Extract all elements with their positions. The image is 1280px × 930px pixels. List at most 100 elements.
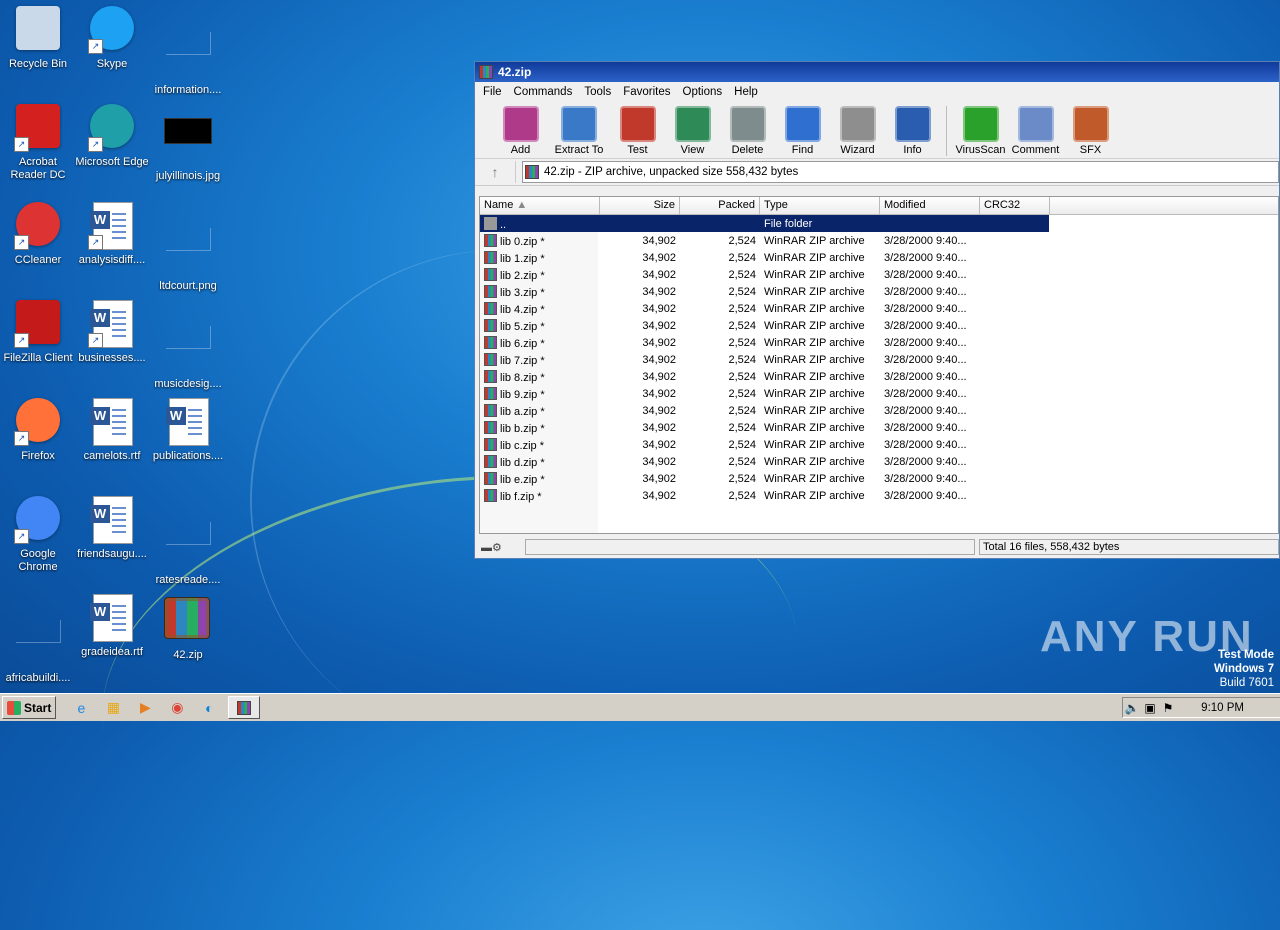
table-row[interactable]: lib d.zip * 34,902 2,524 WinRAR ZIP archive… xyxy=(480,453,1278,470)
desktop-icon[interactable]: information.... xyxy=(150,6,226,97)
toolbar-button-info[interactable]: Info xyxy=(885,102,940,156)
desktop-icon[interactable]: musicdesig.... xyxy=(150,300,226,391)
extract-icon xyxy=(561,106,597,142)
desktop-icon[interactable]: Wgradeidea.rtf xyxy=(74,594,150,659)
desktop-icon[interactable]: ltdcourt.png xyxy=(150,202,226,293)
desktop-icon[interactable]: ↗ Skype xyxy=(74,6,150,71)
toolbar-button-sfx[interactable]: SFX xyxy=(1063,102,1118,156)
winrar-window: 42.zip File Commands Tools Favorites Opt… xyxy=(474,61,1280,559)
toolbar-button-virusscan[interactable]: VirusScan xyxy=(953,102,1008,156)
menu-options[interactable]: Options xyxy=(677,86,729,98)
chrome-icon[interactable]: ◉ xyxy=(166,698,188,718)
word-doc-icon: W xyxy=(88,594,136,642)
table-row[interactable]: lib 2.zip * 34,902 2,524 WinRAR ZIP archive… xyxy=(480,266,1278,283)
desktop-icon[interactable]: Recycle Bin xyxy=(0,6,76,71)
table-row[interactable]: lib b.zip * 34,902 2,524 WinRAR ZIP archive… xyxy=(480,419,1278,436)
cell-packed: 2,524 xyxy=(728,455,756,468)
column-crc32[interactable]: CRC32 xyxy=(980,197,1050,214)
explorer-icon[interactable]: ▦ xyxy=(102,698,124,718)
cell-type: WinRAR ZIP archive xyxy=(764,319,865,332)
column-packed[interactable]: Packed xyxy=(680,197,760,214)
table-row[interactable]: lib 5.zip * 34,902 2,524 WinRAR ZIP archive… xyxy=(480,317,1278,334)
file-icon xyxy=(164,326,212,374)
cell-modified: 3/28/2000 9:40... xyxy=(884,319,967,332)
table-row[interactable]: lib 4.zip * 34,902 2,524 WinRAR ZIP archive… xyxy=(480,300,1278,317)
table-row[interactable]: lib 3.zip * 34,902 2,524 WinRAR ZIP archive… xyxy=(480,283,1278,300)
taskbar: Start e ▦ ▶ ◉ ◐ 🔈 ▣ ⚑ 9:10 PM xyxy=(0,693,1280,721)
desktop-icon[interactable]: Wpublications.... xyxy=(150,398,226,463)
address-field[interactable]: 42.zip - ZIP archive, unpacked size 558,… xyxy=(522,161,1279,183)
file-list[interactable]: Name ▲ Size Packed Type Modified CRC32 .… xyxy=(479,196,1279,534)
table-row[interactable]: lib e.zip * 34,902 2,524 WinRAR ZIP archive… xyxy=(480,470,1278,487)
table-row[interactable]: lib a.zip * 34,902 2,524 WinRAR ZIP archive… xyxy=(480,402,1278,419)
table-row[interactable]: lib 1.zip * 34,902 2,524 WinRAR ZIP archive… xyxy=(480,249,1278,266)
toolbar-button-view[interactable]: View xyxy=(665,102,720,156)
cell-modified: 3/28/2000 9:40... xyxy=(884,234,967,247)
desktop-icon[interactable]: Wcamelots.rtf xyxy=(74,398,150,463)
column-name[interactable]: Name ▲ xyxy=(480,197,600,214)
drive-icon[interactable]: ▬⚙ xyxy=(475,541,525,554)
table-row[interactable]: lib 9.zip * 34,902 2,524 WinRAR ZIP archive… xyxy=(480,385,1278,402)
desktop-icon[interactable]: julyillinois.jpg xyxy=(150,104,226,183)
table-row[interactable]: lib 6.zip * 34,902 2,524 WinRAR ZIP archive… xyxy=(480,334,1278,351)
desktop-icon[interactable]: W ↗ analysisdiff.... xyxy=(74,202,150,267)
ie-icon[interactable]: e xyxy=(70,698,92,718)
shortcut-arrow-icon: ↗ xyxy=(14,333,29,348)
table-row-parent[interactable]: .. File folder xyxy=(480,215,1049,232)
shortcut-arrow-icon: ↗ xyxy=(88,333,103,348)
edge-icon: ↗ xyxy=(88,104,136,152)
column-modified[interactable]: Modified xyxy=(880,197,980,214)
desktop-icon[interactable]: ↗ CCleaner xyxy=(0,202,76,267)
cell-name: lib 8.zip * xyxy=(480,369,600,384)
desktop-icon[interactable]: 42.zip xyxy=(150,594,226,662)
folder-icon xyxy=(484,216,497,230)
zip-file-icon xyxy=(484,420,497,434)
menu-commands[interactable]: Commands xyxy=(508,86,579,98)
cell-size: 34,902 xyxy=(642,438,676,451)
desktop-icon[interactable]: ↗ Acrobat Reader DC xyxy=(0,104,76,182)
menu-tools[interactable]: Tools xyxy=(578,86,617,98)
column-size[interactable]: Size xyxy=(600,197,680,214)
start-button[interactable]: Start xyxy=(2,696,57,719)
column-type[interactable]: Type xyxy=(760,197,880,214)
volume-icon[interactable]: 🔈 xyxy=(1123,701,1141,715)
toolbar-button-test[interactable]: Test xyxy=(610,102,665,156)
table-row[interactable]: lib 0.zip * 34,902 2,524 WinRAR ZIP archive… xyxy=(480,232,1278,249)
zip-file-icon xyxy=(484,284,497,298)
toolbar-button-delete[interactable]: Delete xyxy=(720,102,775,156)
winrar-taskbar-button[interactable] xyxy=(228,696,261,719)
archive-icon xyxy=(525,165,539,179)
toolbar-button-wizard[interactable]: Wizard xyxy=(830,102,885,156)
toolbar-button-find[interactable]: Find xyxy=(775,102,830,156)
menu-favorites[interactable]: Favorites xyxy=(617,86,676,98)
desktop-icon[interactable]: ↗ Firefox xyxy=(0,398,76,463)
shortcut-arrow-icon: ↗ xyxy=(88,39,103,54)
title-bar[interactable]: 42.zip xyxy=(475,62,1279,82)
flag-icon[interactable]: ⚑ xyxy=(1159,701,1177,715)
table-row[interactable]: lib f.zip * 34,902 2,524 WinRAR ZIP archive… xyxy=(480,487,1278,504)
cell-packed: 2,524 xyxy=(728,387,756,400)
edge-icon[interactable]: ◐ xyxy=(198,698,220,718)
network-icon[interactable]: ▣ xyxy=(1141,701,1159,715)
table-row[interactable]: lib 7.zip * 34,902 2,524 WinRAR ZIP archive… xyxy=(480,351,1278,368)
menu-bar: File Commands Tools Favorites Options He… xyxy=(475,82,1279,102)
desktop-icon[interactable]: Wfriendsaugu.... xyxy=(74,496,150,561)
menu-help[interactable]: Help xyxy=(728,86,764,98)
desktop-icon[interactable]: ratesreade.... xyxy=(150,496,226,587)
desktop-icon[interactable]: africabuildi.... xyxy=(0,594,76,685)
table-row[interactable]: lib c.zip * 34,902 2,524 WinRAR ZIP archive… xyxy=(480,436,1278,453)
desktop-icon[interactable]: ↗ Microsoft Edge xyxy=(74,104,150,169)
table-row[interactable]: lib 8.zip * 34,902 2,524 WinRAR ZIP archive… xyxy=(480,368,1278,385)
toolbar-button-add[interactable]: Add xyxy=(493,102,548,156)
menu-file[interactable]: File xyxy=(477,86,508,98)
media-player-icon[interactable]: ▶ xyxy=(134,698,156,718)
up-arrow-icon[interactable]: ↑ xyxy=(475,161,516,183)
toolbar-button-comment[interactable]: Comment xyxy=(1008,102,1063,156)
desktop-icon[interactable]: ↗ FileZilla Client xyxy=(0,300,76,365)
toolbar-button-extract-to[interactable]: Extract To xyxy=(548,102,610,156)
clock[interactable]: 9:10 PM xyxy=(1201,702,1244,714)
desktop-icon[interactable]: ↗ Google Chrome xyxy=(0,496,76,574)
desktop-icon[interactable]: W ↗ businesses.... xyxy=(74,300,150,365)
toolbar-button-label: Wizard xyxy=(840,144,875,156)
cell-size: 34,902 xyxy=(642,285,676,298)
